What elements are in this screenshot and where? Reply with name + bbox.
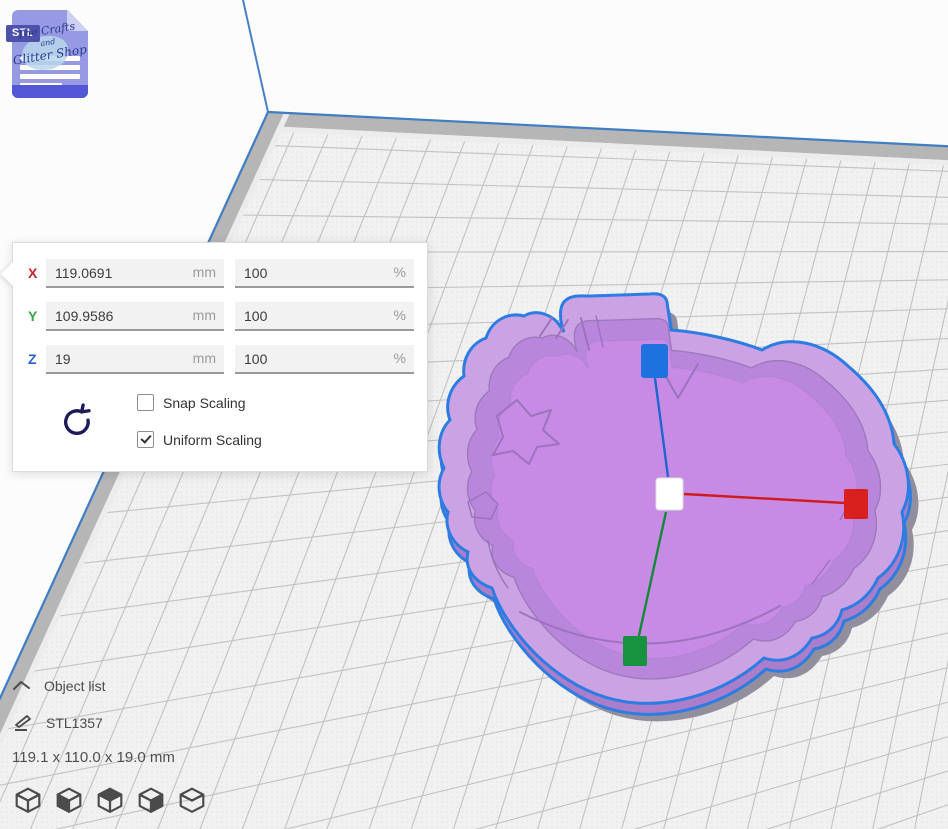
scale-row-z: Z mm %	[13, 345, 427, 374]
reset-scale-button[interactable]	[59, 403, 95, 439]
scale-x-percent-unit: %	[394, 259, 406, 286]
cube-front-icon	[55, 786, 83, 814]
scale-tool-panel: X mm % Y mm % Z mm %	[12, 242, 428, 472]
scale-z-size-field: mm	[46, 345, 224, 374]
cube-right-icon	[178, 786, 206, 814]
scale-y-percent-field: %	[235, 302, 414, 331]
cube-top-icon	[96, 786, 124, 814]
view-front-button[interactable]	[55, 786, 83, 814]
reset-arrow-icon	[59, 403, 95, 439]
object-name-row[interactable]: STL1357	[14, 714, 103, 731]
scale-row-y: Y mm %	[13, 302, 427, 331]
scale-handle-x[interactable]	[844, 489, 868, 519]
object-list-toggle[interactable]: Object list	[13, 678, 105, 694]
scale-row-x: X mm %	[13, 259, 427, 288]
camera-view-toolbar	[14, 786, 206, 814]
doc-text-line	[20, 74, 80, 79]
view-3d-button[interactable]	[14, 786, 42, 814]
uniform-scaling-checkbox[interactable]	[137, 431, 154, 448]
cube-left-icon	[137, 786, 165, 814]
scale-x-size-field: mm	[46, 259, 224, 288]
application-window: { "file_icon": { "badge_label": "STL", "…	[0, 0, 948, 829]
scale-z-percent-input[interactable]	[235, 345, 414, 372]
scale-y-percent-input[interactable]	[235, 302, 414, 329]
scale-z-size-unit: mm	[193, 345, 216, 372]
uniform-scaling-label: Uniform Scaling	[163, 432, 262, 448]
scale-handle-center[interactable]	[656, 478, 683, 510]
doc-footer-band	[12, 85, 88, 98]
view-left-button[interactable]	[137, 786, 165, 814]
panel-arrow-tail	[1, 262, 13, 286]
axis-z-label: Z	[28, 345, 44, 374]
scale-x-percent-field: %	[235, 259, 414, 288]
scale-x-percent-input[interactable]	[235, 259, 414, 286]
scale-y-percent-unit: %	[394, 302, 406, 329]
scale-y-size-unit: mm	[193, 302, 216, 329]
scale-handle-z[interactable]	[641, 344, 668, 378]
object-list-label: Object list	[44, 678, 105, 694]
pencil-edit-icon	[14, 714, 33, 731]
scale-handle-y[interactable]	[623, 636, 647, 666]
view-right-button[interactable]	[178, 786, 206, 814]
axis-y-label: Y	[28, 302, 44, 331]
view-top-button[interactable]	[96, 786, 124, 814]
object-name: STL1357	[46, 715, 103, 731]
snap-scaling-checkbox[interactable]	[137, 394, 154, 411]
axis-x-label: X	[28, 259, 44, 288]
stl-file-logo: STL The Crafts and Glitter Shop	[6, 8, 86, 100]
scale-y-size-field: mm	[46, 302, 224, 331]
scale-z-percent-field: %	[235, 345, 414, 374]
model-dimensions: 119.1 x 110.0 x 19.0 mm	[12, 749, 175, 766]
chevron-up-icon	[13, 680, 31, 692]
snap-scaling-label: Snap Scaling	[163, 395, 246, 411]
cube-3d-icon	[14, 786, 42, 814]
scale-x-size-unit: mm	[193, 259, 216, 286]
scale-z-percent-unit: %	[394, 345, 406, 372]
